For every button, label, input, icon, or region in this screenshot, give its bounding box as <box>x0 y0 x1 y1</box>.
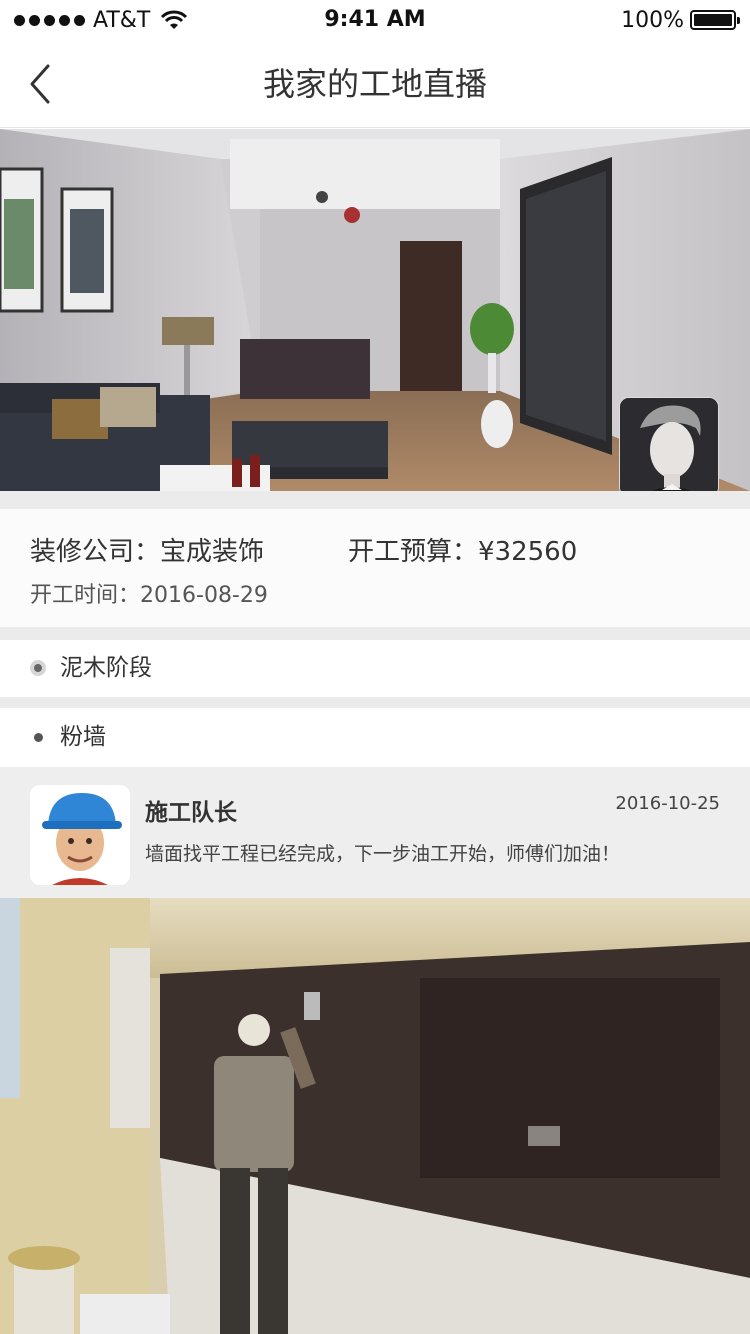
owner-avatar[interactable] <box>619 397 719 497</box>
page-title: 我家的工地直播 <box>262 65 487 103</box>
stage-item-wall[interactable]: 粉墙 <box>0 709 750 765</box>
chevron-left-icon <box>30 64 50 104</box>
status-bar: AT&T 9:41 AM 100% <box>0 0 750 40</box>
section-divider <box>0 491 750 509</box>
battery-icon <box>690 10 740 30</box>
post-photo[interactable] <box>0 898 750 1334</box>
section-divider <box>0 697 750 708</box>
progress-post[interactable]: 施工队长 2016-10-25 墙面找平工程已经完成，下一步油工开始，师傅们加油… <box>0 767 750 898</box>
stage-bullet-icon <box>30 660 46 676</box>
project-info-card: 装修公司：宝成装饰 开工预算：¥32560 开工时间：2016-08-29 <box>0 509 750 627</box>
company-field: 装修公司：宝成装饰 <box>30 531 264 568</box>
author-avatar[interactable] <box>30 785 130 885</box>
construction-photo <box>0 898 750 1334</box>
start-date-label: 开工时间： <box>30 583 141 608</box>
post-text: 墙面找平工程已经完成，下一步油工开始，师傅们加油！ <box>145 843 621 865</box>
stage-label: 粉墙 <box>60 724 106 750</box>
start-date-value: 2016-08-29 <box>140 583 268 608</box>
owner-avatar-image <box>620 398 718 496</box>
battery-percent: 100% <box>621 7 684 33</box>
stage-item-mud-wood[interactable]: 泥木阶段 <box>0 640 750 696</box>
author-avatar-image <box>30 785 130 885</box>
nav-bar: 我家的工地直播 <box>0 40 750 128</box>
substage-bullet-icon <box>34 733 43 742</box>
post-author: 施工队长 <box>145 800 237 826</box>
budget-field: 开工预算：¥32560 <box>348 531 577 568</box>
section-divider <box>0 627 750 640</box>
company-value: 宝成装饰 <box>160 537 265 567</box>
start-date-field: 开工时间：2016-08-29 <box>30 577 268 609</box>
status-right: 100% <box>621 6 740 34</box>
back-button[interactable] <box>22 60 62 108</box>
stage-label: 泥木阶段 <box>60 655 152 681</box>
post-date: 2016-10-25 <box>615 793 720 814</box>
company-label: 装修公司： <box>30 537 161 567</box>
budget-value: ¥32560 <box>478 537 578 567</box>
budget-label: 开工预算： <box>348 537 479 567</box>
